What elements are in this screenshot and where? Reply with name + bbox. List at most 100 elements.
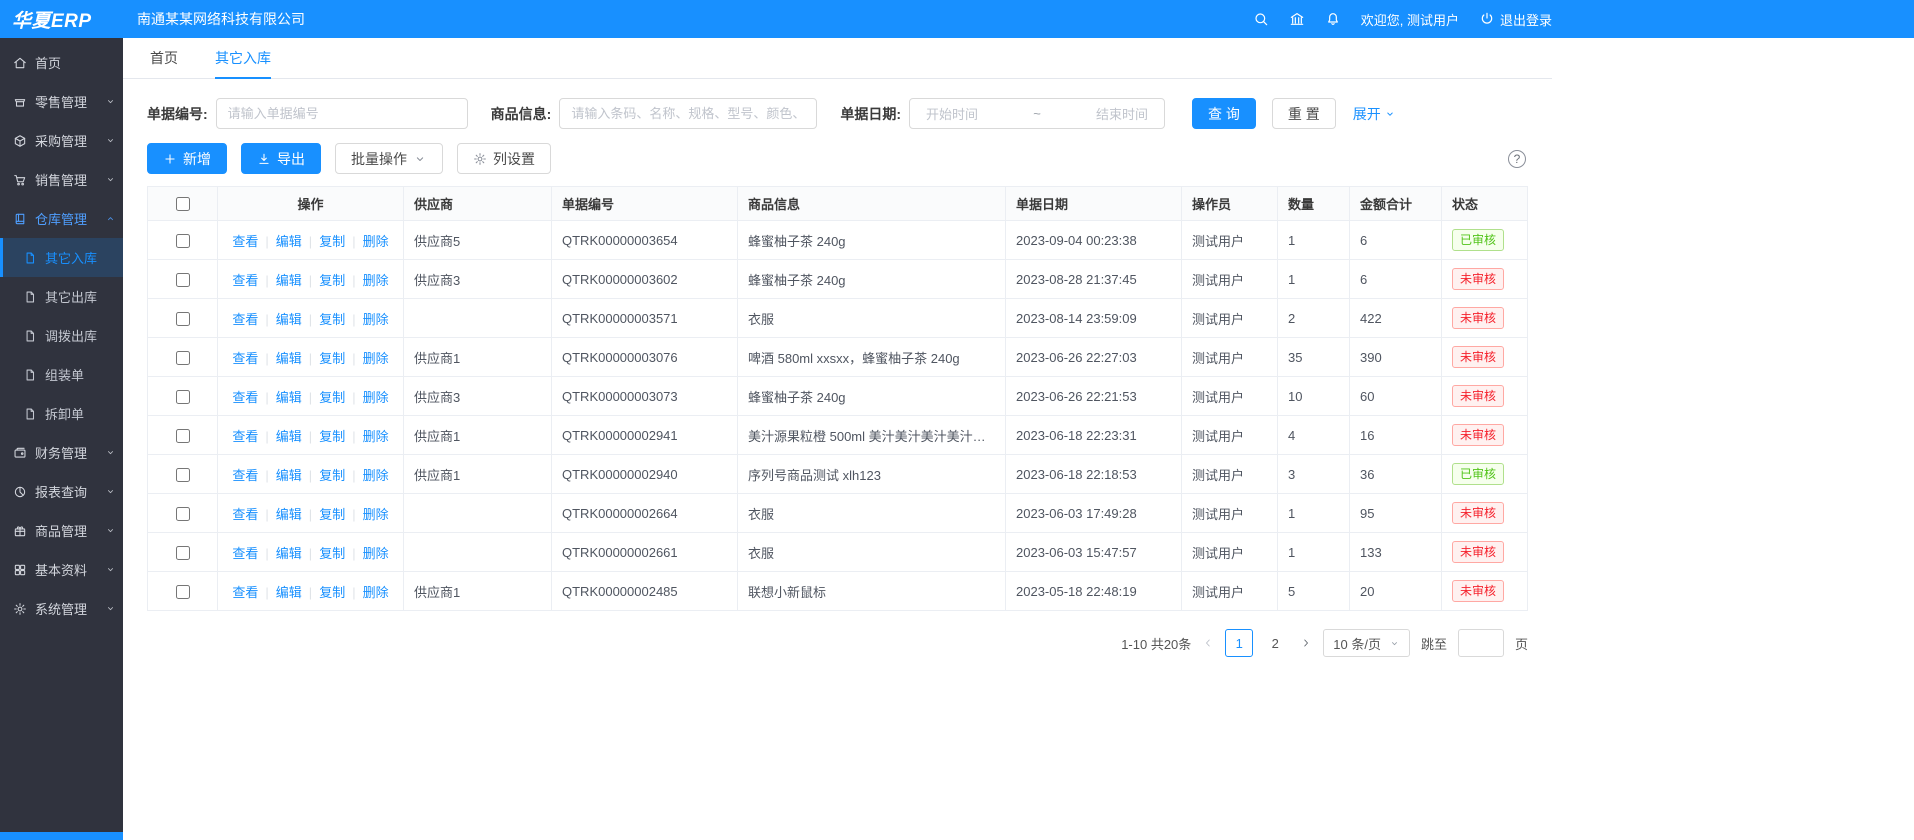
view-link[interactable]: 查看 [232,351,258,366]
sidebar-item-other-outbound[interactable]: 其它出库 [0,277,123,316]
view-link[interactable]: 查看 [232,234,258,249]
copy-link[interactable]: 复制 [319,390,345,405]
row-checkbox[interactable] [176,351,190,365]
sidebar-item-disassembly[interactable]: 拆卸单 [0,394,123,433]
search-button[interactable]: 查 询 [1192,98,1256,129]
view-link[interactable]: 查看 [232,312,258,327]
batch-actions-button[interactable]: 批量操作 [335,143,443,174]
delete-link[interactable]: 删除 [363,273,389,288]
page-button-1[interactable]: 1 [1225,629,1253,657]
view-link[interactable]: 查看 [232,507,258,522]
qty-cell: 1 [1278,221,1350,260]
copy-link[interactable]: 复制 [319,429,345,444]
sidebar-item-retail[interactable]: 零售管理 [0,82,123,121]
help-icon[interactable]: ? [1508,150,1526,168]
status-cell: 未审核 [1442,260,1528,299]
edit-link[interactable]: 编辑 [276,429,302,444]
sidebar-item-basic[interactable]: 基本资料 [0,550,123,589]
edit-link[interactable]: 编辑 [276,546,302,561]
edit-link[interactable]: 编辑 [276,234,302,249]
app-logo[interactable]: 华夏ERP [0,6,123,33]
view-link[interactable]: 查看 [232,546,258,561]
row-checkbox[interactable] [176,468,190,482]
delete-link[interactable]: 删除 [363,312,389,327]
row-checkbox[interactable] [176,312,190,326]
view-link[interactable]: 查看 [232,585,258,600]
edit-link[interactable]: 编辑 [276,390,302,405]
row-checkbox[interactable] [176,507,190,521]
expand-link[interactable]: 展开 [1353,104,1396,124]
row-checkbox[interactable] [176,390,190,404]
chevron-down-icon [105,96,116,107]
bell-icon[interactable] [1325,11,1341,27]
delete-link[interactable]: 删除 [363,507,389,522]
sidebar-item-warehouse[interactable]: 仓库管理 [0,199,123,238]
delete-link[interactable]: 删除 [363,585,389,600]
prev-page-icon[interactable] [1202,637,1214,649]
sidebar-item-purchase[interactable]: 采购管理 [0,121,123,160]
sidebar-item-other-inbound[interactable]: 其它入库 [0,238,123,277]
delete-link[interactable]: 删除 [363,546,389,561]
bank-icon[interactable] [1289,11,1305,27]
delete-link[interactable]: 删除 [363,468,389,483]
bill-no-input[interactable] [216,98,468,129]
date-range-picker[interactable]: 开始时间 ~ 结束时间 [909,98,1165,129]
page-size-select[interactable]: 10 条/页 [1323,629,1410,657]
status-badge: 未审核 [1452,580,1504,602]
view-link[interactable]: 查看 [232,390,258,405]
sidebar-item-assembly[interactable]: 组装单 [0,355,123,394]
row-checkbox[interactable] [176,546,190,560]
page-button-2[interactable]: 2 [1261,629,1289,657]
view-link[interactable]: 查看 [232,429,258,444]
row-checkbox[interactable] [176,429,190,443]
view-link[interactable]: 查看 [232,273,258,288]
sidebar-collapse-strip[interactable] [0,832,123,840]
row-checkbox[interactable] [176,273,190,287]
add-button[interactable]: 新增 [147,143,227,174]
sidebar-item-sales[interactable]: 销售管理 [0,160,123,199]
delete-link[interactable]: 删除 [363,390,389,405]
tab-home[interactable]: 首页 [150,38,178,78]
edit-link[interactable]: 编辑 [276,468,302,483]
export-button[interactable]: 导出 [241,143,321,174]
select-all-checkbox[interactable] [176,197,190,211]
row-checkbox[interactable] [176,234,190,248]
delete-link[interactable]: 删除 [363,351,389,366]
edit-link[interactable]: 编辑 [276,273,302,288]
copy-link[interactable]: 复制 [319,234,345,249]
copy-link[interactable]: 复制 [319,507,345,522]
search-icon[interactable] [1253,11,1269,27]
delete-link[interactable]: 删除 [363,234,389,249]
sidebar-item-home[interactable]: 首页 [0,43,123,82]
welcome-user-text[interactable]: 欢迎您, 测试用户 [1361,10,1459,29]
row-checkbox[interactable] [176,585,190,599]
jump-to-page-input[interactable] [1458,629,1504,657]
column-settings-button[interactable]: 列设置 [457,143,551,174]
edit-link[interactable]: 编辑 [276,507,302,522]
sidebar-item-transfer-outbound[interactable]: 调拨出库 [0,316,123,355]
date-cell: 2023-06-03 15:47:57 [1006,533,1182,572]
date-cell: 2023-09-04 00:23:38 [1006,221,1182,260]
view-link[interactable]: 查看 [232,468,258,483]
edit-link[interactable]: 编辑 [276,351,302,366]
copy-link[interactable]: 复制 [319,546,345,561]
sidebar-item-product[interactable]: 商品管理 [0,511,123,550]
sidebar-item-system[interactable]: 系统管理 [0,589,123,628]
product-info-input[interactable] [559,98,817,129]
sidebar-item-report[interactable]: 报表查询 [0,472,123,511]
copy-link[interactable]: 复制 [319,468,345,483]
copy-link[interactable]: 复制 [319,585,345,600]
tab-other-inbound[interactable]: 其它入库 [215,38,271,78]
reset-button[interactable]: 重 置 [1272,98,1336,129]
delete-link[interactable]: 删除 [363,429,389,444]
actions-cell: 查看|编辑|复制|删除 [218,299,404,338]
sidebar-item-label: 其它入库 [45,248,97,267]
logout-button[interactable]: 退出登录 [1479,10,1552,29]
copy-link[interactable]: 复制 [319,273,345,288]
edit-link[interactable]: 编辑 [276,312,302,327]
edit-link[interactable]: 编辑 [276,585,302,600]
sidebar-item-finance[interactable]: 财务管理 [0,433,123,472]
copy-link[interactable]: 复制 [319,351,345,366]
copy-link[interactable]: 复制 [319,312,345,327]
next-page-icon[interactable] [1300,637,1312,649]
